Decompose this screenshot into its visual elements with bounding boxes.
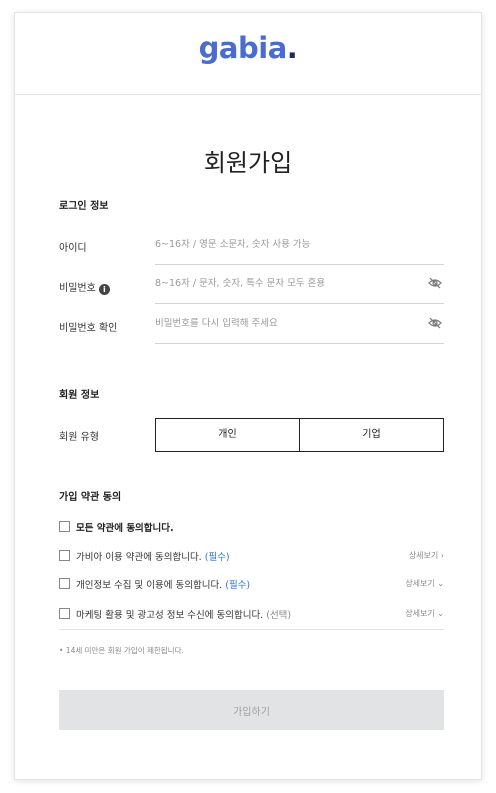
privacy-item-row[interactable]: 개인정보 수집 및 이용에 동의합니다. (필수) 상세보기 ⌄: [59, 576, 444, 592]
info-icon[interactable]: i: [98, 284, 110, 295]
password-input[interactable]: [155, 264, 417, 302]
required-tag: (필수): [204, 552, 230, 563]
terms-heading: 가입 약관 동의: [59, 492, 122, 503]
terms-item-row[interactable]: 가비아 이용 약관에 동의합니다. (필수) 상세보기 ›: [59, 548, 444, 564]
terms-item-label: 가비아 이용 약관에 동의합니다.: [76, 552, 202, 563]
password-label: 비밀번호 i: [59, 279, 110, 295]
divider: [59, 629, 444, 630]
member-type-selector: 개인 기업: [155, 418, 444, 452]
member-type-label: 회원 유형: [59, 432, 99, 443]
age-restriction-note: • 14세 미만은 회원 가입이 제한됩니다.: [59, 646, 184, 655]
logo-bar: gabia.: [15, 13, 481, 95]
optional-tag: (선택): [266, 610, 292, 621]
id-label: 아이디: [59, 243, 87, 254]
password-confirm-field[interactable]: [155, 304, 444, 344]
detail-link[interactable]: 상세보기 ⌄: [405, 578, 444, 589]
eye-off-icon[interactable]: [428, 277, 442, 289]
marketing-checkbox[interactable]: [59, 608, 70, 619]
signup-card: gabia. 회원가입 로그인 정보 아이디 비밀번호i 비밀번호 확인 회원 …: [14, 12, 482, 780]
privacy-item-label: 개인정보 수집 및 이용에 동의합니다.: [76, 580, 223, 591]
eye-off-icon[interactable]: [428, 317, 442, 329]
id-input[interactable]: [155, 225, 417, 263]
signup-submit-button[interactable]: 가입하기: [59, 690, 444, 730]
agree-all-checkbox[interactable]: [59, 521, 70, 532]
marketing-item-row[interactable]: 마케팅 활용 및 광고성 정보 수신에 동의합니다. (선택) 상세보기 ⌄: [59, 606, 444, 622]
member-info-heading: 회원 정보: [59, 390, 100, 401]
page-title: 회원가입: [203, 149, 293, 177]
password-confirm-label: 비밀번호 확인: [59, 323, 118, 334]
terms-checkbox[interactable]: [59, 550, 70, 561]
marketing-item-label: 마케팅 활용 및 광고성 정보 수신에 동의합니다.: [76, 610, 264, 621]
member-type-business-button[interactable]: 기업: [299, 419, 443, 451]
detail-link[interactable]: 상세보기 ⌄: [405, 608, 444, 619]
agree-all-row[interactable]: 모든 약관에 동의합니다.: [59, 519, 444, 535]
password-field[interactable]: [155, 264, 444, 304]
password-confirm-input[interactable]: [155, 304, 417, 342]
member-type-personal-button[interactable]: 개인: [156, 419, 299, 451]
gabia-logo[interactable]: gabia.: [15, 31, 481, 65]
agree-all-label: 모든 약관에 동의합니다.: [76, 523, 174, 534]
detail-link[interactable]: 상세보기 ›: [409, 550, 444, 561]
privacy-checkbox[interactable]: [59, 578, 70, 589]
required-tag: (필수): [225, 580, 251, 591]
login-info-heading: 로그인 정보: [59, 201, 109, 212]
id-field[interactable]: [155, 225, 444, 265]
